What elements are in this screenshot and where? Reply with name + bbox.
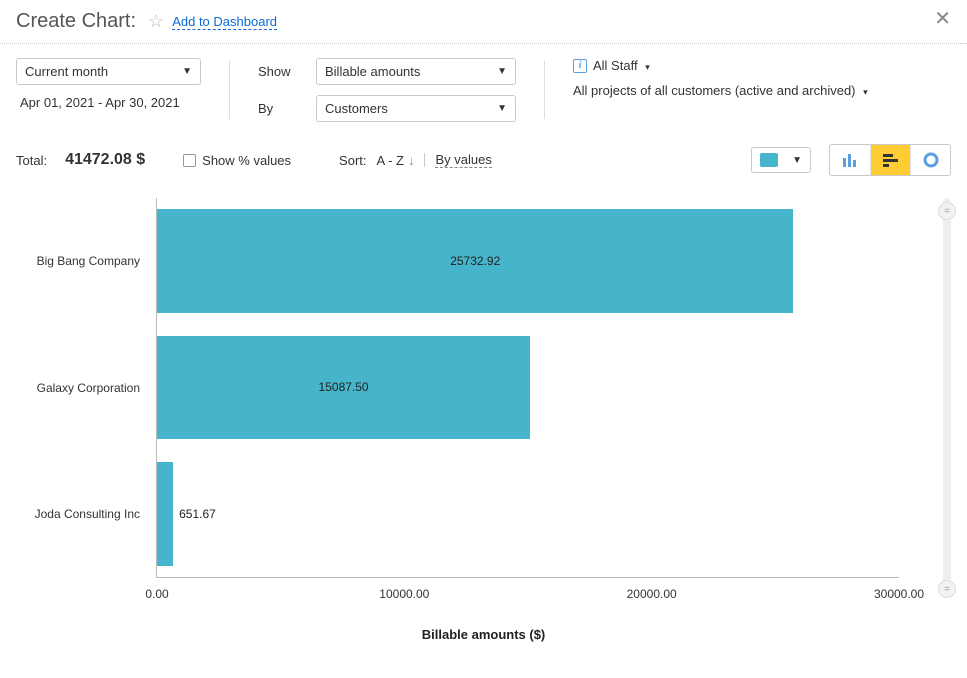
projects-scope-dropdown[interactable]: All projects of all customers (active an… bbox=[573, 83, 868, 98]
sort-az-text: A - Z bbox=[377, 153, 404, 168]
bar[interactable] bbox=[157, 462, 173, 566]
x-tick-label: 30000.00 bbox=[874, 587, 924, 601]
chevron-down-icon: ▼ bbox=[182, 66, 192, 77]
range-handle-bottom[interactable]: = bbox=[938, 580, 956, 598]
period-select-value: Current month bbox=[25, 64, 108, 79]
show-select-value: Billable amounts bbox=[325, 64, 420, 79]
y-category-label: Galaxy Corporation bbox=[16, 381, 140, 395]
sort-az[interactable]: A - Z ↓ bbox=[377, 153, 415, 168]
bar-row: 15087.50 bbox=[157, 336, 899, 440]
x-axis-title: Billable amounts ($) bbox=[422, 627, 546, 642]
range-scroll-track[interactable]: = = bbox=[943, 198, 951, 588]
chevron-down-icon: ▼ bbox=[792, 155, 802, 166]
checkbox-box bbox=[183, 154, 196, 167]
chevron-down-icon: ▼ bbox=[497, 66, 507, 77]
view-horizontal-bars[interactable] bbox=[870, 145, 910, 175]
plot-area: 25732.9215087.50651.670.0010000.0020000.… bbox=[156, 198, 899, 578]
date-range-text: Apr 01, 2021 - Apr 30, 2021 bbox=[16, 95, 201, 110]
x-tick-label: 10000.00 bbox=[379, 587, 429, 601]
series-color-picker[interactable]: ▼ bbox=[751, 147, 811, 173]
bar-value-label: 25732.92 bbox=[450, 254, 500, 268]
page-title: Create Chart: bbox=[16, 10, 136, 33]
chart-area: Big Bang Company Galaxy Corporation Joda C… bbox=[16, 188, 951, 648]
bar-vertical-icon bbox=[842, 153, 858, 167]
show-percent-label: Show % values bbox=[202, 153, 291, 168]
view-donut[interactable] bbox=[910, 145, 950, 175]
bar-value-label: 15087.50 bbox=[319, 380, 369, 394]
sort-by-values[interactable]: By values bbox=[435, 152, 491, 168]
staff-scope-value: All Staff bbox=[593, 58, 638, 73]
view-vertical-bars[interactable] bbox=[830, 145, 870, 175]
total-label: Total: bbox=[16, 153, 47, 168]
info-icon: i bbox=[573, 59, 587, 73]
sort-label: Sort: bbox=[339, 153, 366, 168]
show-label: Show bbox=[258, 64, 304, 79]
range-handle-top[interactable]: = bbox=[938, 202, 956, 220]
show-percent-checkbox[interactable]: Show % values bbox=[183, 153, 291, 168]
add-to-dashboard-link[interactable]: Add to Dashboard bbox=[172, 14, 277, 30]
separator bbox=[424, 153, 425, 167]
chevron-down-icon: ▼ bbox=[497, 103, 507, 114]
favorite-star-icon[interactable]: ☆ bbox=[148, 11, 164, 32]
projects-scope-value: All projects of all customers (active an… bbox=[573, 83, 856, 98]
chart-type-toggle bbox=[829, 144, 951, 176]
bar-horizontal-icon bbox=[883, 153, 899, 167]
sort-arrow-down-icon: ↓ bbox=[408, 153, 415, 168]
y-category-label: Big Bang Company bbox=[16, 254, 140, 268]
bar-value-label: 651.67 bbox=[179, 507, 216, 521]
color-swatch bbox=[760, 153, 778, 167]
period-select[interactable]: Current month ▼ bbox=[16, 58, 201, 85]
separator bbox=[544, 61, 545, 119]
staff-scope-dropdown[interactable]: All Staff ▾ bbox=[593, 58, 650, 73]
by-select[interactable]: Customers ▼ bbox=[316, 95, 516, 122]
show-select[interactable]: Billable amounts ▼ bbox=[316, 58, 516, 85]
separator bbox=[229, 61, 230, 119]
by-label: By bbox=[258, 101, 304, 116]
by-select-value: Customers bbox=[325, 101, 388, 116]
total-value: 41472.08 $ bbox=[65, 151, 145, 169]
y-category-label: Joda Consulting Inc bbox=[16, 507, 140, 521]
x-tick-label: 20000.00 bbox=[627, 587, 677, 601]
chevron-down-icon: ▾ bbox=[645, 62, 650, 72]
close-icon[interactable]: ✕ bbox=[934, 6, 951, 31]
bar-row: 651.67 bbox=[157, 462, 899, 566]
chevron-down-icon: ▾ bbox=[863, 87, 868, 97]
donut-icon bbox=[923, 152, 939, 168]
bar-row: 25732.92 bbox=[157, 209, 899, 313]
x-tick-label: 0.00 bbox=[145, 587, 168, 601]
